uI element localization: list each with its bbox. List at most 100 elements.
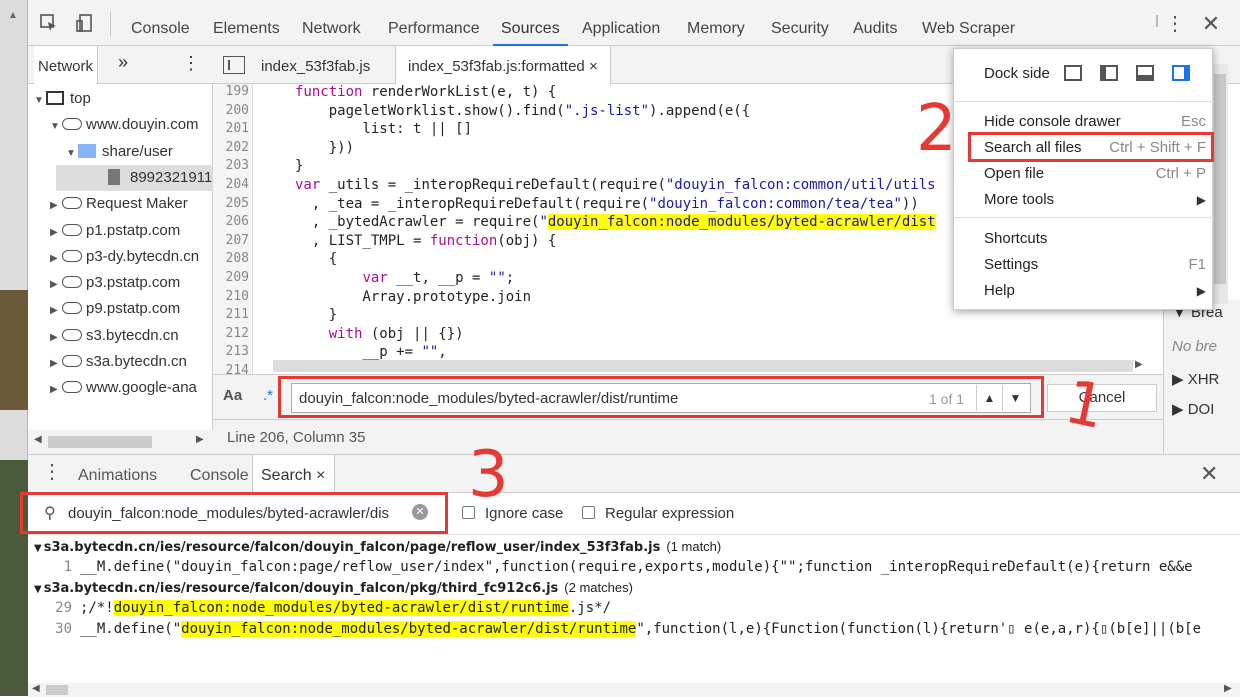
code-scrollbar[interactable]	[273, 360, 1133, 372]
close-tab-icon[interactable]: ×	[589, 58, 598, 75]
more-tabs-icon[interactable]: »	[118, 52, 128, 73]
tab-memory[interactable]: Memory	[687, 0, 745, 46]
tree-item[interactable]: ▶ p1.pstatp.com	[50, 218, 180, 244]
result-match-count: (2 matches)	[564, 580, 633, 595]
drawer-tabs: ⋮ Animations Console Search × ✕	[28, 455, 1240, 494]
file-icon	[108, 168, 120, 185]
dock-right-icon[interactable]	[1172, 65, 1190, 81]
dock-bottom-icon[interactable]	[1136, 65, 1154, 81]
result-file-path: s3a.bytecdn.cn/ies/resource/falcon/douyi…	[43, 540, 661, 555]
match-case-button[interactable]: Aa	[223, 387, 242, 404]
close-tab-icon[interactable]: ×	[316, 467, 325, 484]
editor-tab-formatted[interactable]: index_53f3fab.js:formatted ×	[395, 46, 611, 85]
scrollbar-thumb[interactable]	[1214, 74, 1226, 284]
navigator-menu-icon[interactable]: ⋮	[182, 53, 200, 74]
result-line[interactable]: 30 __M.define("douyin_falcon:node_modules…	[28, 621, 1201, 637]
tab-web-scraper[interactable]: Web Scraper	[922, 0, 1015, 46]
menu-item-open-file[interactable]: Open file Ctrl + P	[984, 161, 1206, 187]
drawer-tab-animations[interactable]: Animations	[78, 455, 157, 493]
collapsed-arrow-icon[interactable]: ▶	[50, 193, 62, 219]
drawer-menu-icon[interactable]: ⋮	[42, 459, 62, 484]
tree-item[interactable]: ▼ share/user	[66, 139, 173, 165]
result-file-header[interactable]: ▼ s3a.bytecdn.cn/ies/resource/falcon/douy…	[34, 539, 721, 555]
device-toolbar-icon[interactable]	[74, 13, 96, 35]
tree-item-label: Request Maker	[86, 195, 188, 213]
collapsed-arrow-icon[interactable]: ▶	[50, 351, 62, 377]
scroll-right-icon[interactable]: ▶	[1135, 359, 1143, 370]
menu-item-settings[interactable]: Settings F1	[984, 252, 1206, 278]
results-scrollbar[interactable]: ◀ ▶	[28, 683, 1240, 697]
tree-item[interactable]: ▶ s3.bytecdn.cn	[50, 323, 179, 349]
tree-item[interactable]: ▶ s3a.bytecdn.cn	[50, 349, 187, 375]
collapsed-arrow-icon[interactable]: ▶	[50, 325, 62, 351]
section-label: DOI	[1187, 401, 1215, 418]
close-devtools-icon[interactable]: ✕	[1200, 13, 1222, 35]
expanded-arrow-icon[interactable]: ▼	[50, 114, 62, 140]
tree-item-label: www.google-ana	[86, 379, 197, 397]
scroll-up-icon[interactable]: ▲	[8, 10, 18, 21]
code-line: , LIST_TMPL = function(obj) {	[295, 232, 557, 249]
scrollbar-thumb[interactable]	[48, 436, 152, 448]
collapsed-arrow-icon[interactable]: ▶	[50, 246, 62, 272]
tab-performance[interactable]: Performance	[388, 0, 480, 46]
xhr-breakpoints-section[interactable]: ▶ XHR	[1172, 370, 1219, 388]
tab-network[interactable]: Network	[302, 0, 361, 46]
tree-item[interactable]: ▶ www.google-ana	[50, 375, 197, 401]
divider	[110, 12, 111, 36]
tree-item-label: 89923219116	[130, 168, 221, 186]
tab-sources[interactable]: Sources	[493, 0, 568, 46]
inspect-element-icon[interactable]	[38, 13, 60, 35]
horizontal-scrollbar[interactable]: ◀ ▶	[28, 430, 213, 454]
collapsed-arrow-icon[interactable]: ▶	[50, 377, 62, 403]
drawer-tab-search[interactable]: Search ×	[252, 455, 335, 494]
tree-item[interactable]: ▼ top	[34, 86, 91, 112]
tree-item[interactable]: ▶ Request Maker	[50, 191, 188, 217]
menu-item-more-tools[interactable]: More tools ▶	[984, 187, 1206, 213]
tree-item[interactable]: ▶ p3.pstatp.com	[50, 270, 180, 296]
toggle-navigator-icon[interactable]	[223, 56, 245, 74]
tree-item[interactable]: ▶ p3-dy.bytecdn.cn	[50, 244, 199, 270]
undock-icon[interactable]	[1064, 65, 1082, 81]
vertical-scrollbar[interactable]	[1212, 64, 1228, 304]
dom-breakpoints-section[interactable]: ▶ DOI	[1172, 400, 1214, 418]
no-breakpoints-text: No bre	[1172, 338, 1218, 355]
code-line: function renderWorkList(e, t) {	[295, 84, 557, 100]
expanded-arrow-icon[interactable]: ▼	[34, 584, 42, 595]
menu-shortcut: F1	[1188, 256, 1206, 273]
dock-left-icon[interactable]	[1100, 65, 1118, 81]
expanded-arrow-icon[interactable]: ▼	[34, 88, 46, 114]
tree-item-label: www.douyin.com	[86, 116, 199, 134]
tab-console[interactable]: Console	[131, 0, 190, 46]
more-menu-icon[interactable]: ⋮	[1164, 13, 1186, 35]
result-line-text: ;/*!	[80, 600, 114, 616]
menu-item-label: Settings	[984, 256, 1039, 273]
drawer-tab-console[interactable]: Console	[190, 455, 249, 493]
tree-item-label: p9.pstatp.com	[86, 300, 181, 318]
editor-tab-index[interactable]: index_53f3fab.js	[249, 46, 382, 84]
tree-item[interactable]: ▶ p9.pstatp.com	[50, 296, 180, 322]
tab-elements[interactable]: Elements	[213, 0, 280, 46]
tab-audits[interactable]: Audits	[853, 0, 897, 46]
expanded-arrow-icon[interactable]: ▼	[66, 141, 78, 167]
navigator-header: Network » ⋮	[28, 46, 213, 84]
regex-button[interactable]: .*	[263, 387, 273, 404]
menu-item-shortcuts[interactable]: Shortcuts	[984, 226, 1206, 252]
regex-checkbox[interactable]: Regular expression	[582, 505, 734, 522]
scrollbar-thumb[interactable]	[46, 685, 68, 695]
menu-item-help[interactable]: Help ▶	[984, 278, 1206, 304]
tab-security[interactable]: Security	[771, 0, 829, 46]
tree-item[interactable]: 89923219116	[56, 164, 221, 191]
collapsed-arrow-icon[interactable]: ▶	[50, 220, 62, 246]
navigator-tab-network[interactable]: Network	[34, 46, 99, 84]
result-line[interactable]: 1 __M.define("douyin_falcon:page/reflow_u…	[28, 559, 1193, 575]
close-drawer-icon[interactable]: ✕	[1200, 461, 1218, 487]
tree-item[interactable]: ▼ www.douyin.com	[50, 112, 199, 138]
collapsed-arrow-icon[interactable]: ▶	[50, 298, 62, 324]
result-file-header[interactable]: ▼ s3a.bytecdn.cn/ies/resource/falcon/douy…	[34, 580, 633, 596]
result-line[interactable]: 29 ;/*!douyin_falcon:node_modules/byted-a…	[28, 600, 611, 616]
result-match-count: (1 match)	[666, 539, 722, 554]
collapsed-arrow-icon[interactable]: ▶	[50, 272, 62, 298]
tab-application[interactable]: Application	[582, 0, 660, 46]
expanded-arrow-icon[interactable]: ▼	[34, 543, 42, 554]
result-line-number: 30	[55, 621, 72, 637]
